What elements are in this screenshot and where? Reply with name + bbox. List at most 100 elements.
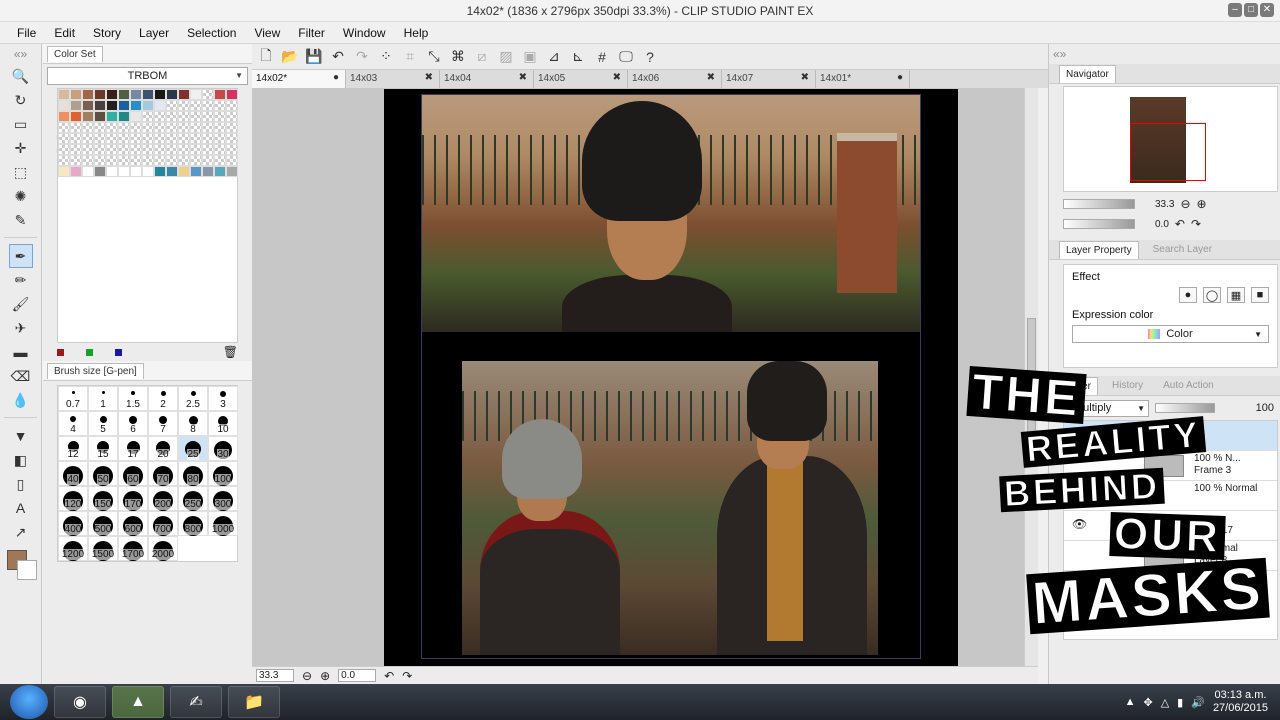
- palette-swatch[interactable]: [70, 144, 82, 155]
- palette-swatch[interactable]: [190, 111, 202, 122]
- canvas-vertical-scrollbar[interactable]: [1024, 88, 1038, 666]
- palette-swatch[interactable]: [166, 155, 178, 166]
- eyedropper-icon[interactable]: ✎: [9, 208, 33, 232]
- palette-swatch[interactable]: [70, 155, 82, 166]
- brush-size-cell[interactable]: 800: [178, 511, 208, 536]
- brush-size-cell[interactable]: 2000: [148, 536, 178, 561]
- layer-row[interactable]: % Normal Layer 8: [1064, 541, 1277, 571]
- palette-swatch[interactable]: [214, 144, 226, 155]
- palette-swatch[interactable]: [94, 166, 106, 177]
- palette-swatch[interactable]: [166, 166, 178, 177]
- clipstudio-task-icon[interactable]: ▲: [112, 686, 164, 718]
- brush-size-cell[interactable]: 1200: [58, 536, 88, 561]
- palette-swatch[interactable]: [154, 155, 166, 166]
- brush-size-cell[interactable]: 8: [178, 411, 208, 436]
- palette-swatch[interactable]: [118, 111, 130, 122]
- brush-size-cell[interactable]: 600: [118, 511, 148, 536]
- zoom-out-icon[interactable]: ⊖: [1180, 197, 1190, 211]
- palette-swatch[interactable]: [130, 122, 142, 133]
- palette-swatch[interactable]: [214, 100, 226, 111]
- search-layer-tab[interactable]: Search Layer: [1147, 241, 1218, 258]
- zoom-slider[interactable]: [1063, 199, 1135, 209]
- rotate-right-icon[interactable]: ↷: [1191, 217, 1201, 231]
- doc-tab[interactable]: 14x02* ●: [252, 70, 346, 88]
- redo-icon[interactable]: ↷: [352, 47, 372, 67]
- doc-tab[interactable]: 14x06 ✖: [628, 70, 722, 88]
- palette-swatch[interactable]: [94, 155, 106, 166]
- palette-swatch[interactable]: [58, 122, 70, 133]
- palette-swatch[interactable]: [142, 122, 154, 133]
- palette-swatch[interactable]: [154, 89, 166, 100]
- rotate-right-icon[interactable]: ↷: [402, 669, 412, 683]
- monitor-icon[interactable]: 🖵: [616, 47, 636, 67]
- menu-window[interactable]: Window: [334, 22, 395, 43]
- brush-size-cell[interactable]: 500: [88, 511, 118, 536]
- collapse-right-icon[interactable]: «»: [1049, 44, 1280, 64]
- brush-size-cell[interactable]: 25: [178, 436, 208, 461]
- palette-swatch[interactable]: [70, 100, 82, 111]
- tab-close-icon[interactable]: ✖: [425, 72, 433, 83]
- palette-swatch[interactable]: [178, 89, 190, 100]
- palette-swatch[interactable]: [166, 100, 178, 111]
- menu-help[interactable]: Help: [395, 22, 438, 43]
- menu-filter[interactable]: Filter: [289, 22, 334, 43]
- opacity-value[interactable]: 100: [1256, 402, 1278, 414]
- eraser-tool-icon[interactable]: ⌫: [9, 364, 33, 388]
- sub-color-swatch[interactable]: [17, 560, 37, 580]
- circle-effect-icon[interactable]: ◯: [1203, 287, 1221, 303]
- undo-icon[interactable]: ↶: [328, 47, 348, 67]
- network-icon[interactable]: ▮: [1177, 696, 1183, 709]
- palette-swatch[interactable]: [202, 166, 214, 177]
- selection-tool-icon[interactable]: ⬚: [9, 160, 33, 184]
- figure-tool-icon[interactable]: ▯: [9, 472, 33, 496]
- palette-swatch[interactable]: [166, 144, 178, 155]
- brush-size-cell[interactable]: 5: [88, 411, 118, 436]
- palette-swatch[interactable]: [166, 111, 178, 122]
- palette-swatch[interactable]: [118, 100, 130, 111]
- palette-swatch[interactable]: [130, 100, 142, 111]
- zoom-in-icon[interactable]: ⊕: [320, 669, 330, 683]
- tab-dot-icon[interactable]: ●: [333, 72, 339, 83]
- volume-icon[interactable]: 🔊: [1191, 696, 1205, 709]
- palette-swatch[interactable]: [58, 144, 70, 155]
- brush-size-cell[interactable]: 1.5: [118, 386, 148, 411]
- palette-swatch[interactable]: [214, 155, 226, 166]
- palette-swatch[interactable]: [202, 122, 214, 133]
- navigator-tab[interactable]: Navigator: [1059, 64, 1116, 83]
- delete-icon[interactable]: 🗑: [223, 345, 238, 359]
- brush-size-cell[interactable]: 170: [118, 486, 148, 511]
- palette-swatch[interactable]: [130, 89, 142, 100]
- palette-swatch[interactable]: [154, 122, 166, 133]
- palette-swatch[interactable]: [106, 122, 118, 133]
- palette-swatch[interactable]: [166, 89, 178, 100]
- scale-icon[interactable]: ⤡: [424, 47, 444, 67]
- layer-row[interactable]: 100 % N... Frame 3: [1064, 451, 1277, 481]
- brush-size-cell[interactable]: 10: [208, 411, 238, 436]
- brush-size-cell[interactable]: 60: [118, 461, 148, 486]
- palette-swatch[interactable]: [58, 111, 70, 122]
- tone-effect-icon[interactable]: ▦: [1227, 287, 1245, 303]
- navigator-preview[interactable]: [1063, 86, 1278, 192]
- brush-size-cell[interactable]: 6: [118, 411, 148, 436]
- palette-swatch[interactable]: [154, 100, 166, 111]
- palette-swatch[interactable]: [130, 133, 142, 144]
- palette-swatch[interactable]: [190, 166, 202, 177]
- brushsize-tab[interactable]: Brush size [G-pen]: [47, 362, 144, 379]
- maximize-button[interactable]: □: [1244, 3, 1258, 17]
- brush-size-cell[interactable]: 250: [178, 486, 208, 511]
- palette-swatch[interactable]: [142, 133, 154, 144]
- palette-swatch[interactable]: [226, 155, 238, 166]
- palette-swatch[interactable]: [190, 122, 202, 133]
- brush-size-cell[interactable]: 80: [178, 461, 208, 486]
- menu-layer[interactable]: Layer: [130, 22, 178, 43]
- palette-swatch[interactable]: [142, 166, 154, 177]
- palette-swatch[interactable]: [178, 111, 190, 122]
- start-button[interactable]: [10, 685, 48, 719]
- magic-wand-icon[interactable]: ✺: [9, 184, 33, 208]
- palette-swatch[interactable]: [226, 166, 238, 177]
- doc-tab[interactable]: 14x07 ✖: [722, 70, 816, 88]
- brush-tool-icon[interactable]: 🖌: [9, 292, 33, 316]
- menu-selection[interactable]: Selection: [178, 22, 245, 43]
- brush-size-cell[interactable]: 300: [208, 486, 238, 511]
- palette-swatch[interactable]: [106, 144, 118, 155]
